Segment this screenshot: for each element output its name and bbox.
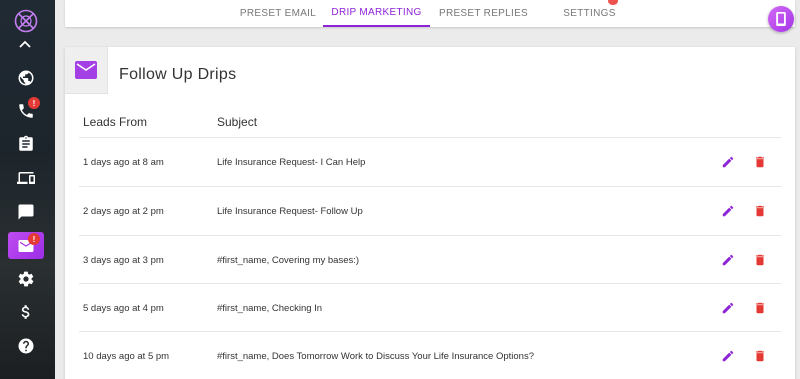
table-row: 1 days ago at 8 am Life Insurance Reques… (79, 137, 781, 186)
edit-button[interactable] (719, 153, 737, 171)
tab-preset-replies[interactable]: PRESET REPLIES (430, 0, 537, 27)
logo-icon[interactable] (14, 9, 38, 33)
leads-from-cell: 2 days ago at 2 pm (83, 205, 164, 217)
table-row: 10 days ago at 5 pm #first_name, Does To… (79, 331, 781, 379)
pencil-icon (722, 302, 734, 314)
sidebar: ! ! (0, 0, 55, 379)
edit-button[interactable] (719, 347, 737, 365)
tab-drip-marketing[interactable]: DRIP MARKETING (323, 0, 430, 27)
mail-icon (75, 61, 97, 79)
dollar-icon[interactable] (16, 302, 36, 322)
column-header-leads-from: Leads From (83, 115, 148, 129)
edit-button[interactable] (719, 299, 737, 317)
mobile-preview-button[interactable] (768, 6, 794, 32)
delete-button[interactable] (751, 347, 769, 365)
chat-icon[interactable] (16, 202, 36, 222)
subject-cell: #first_name, Covering my bases:) (217, 254, 360, 266)
delete-button[interactable] (751, 299, 769, 317)
edit-button[interactable] (719, 202, 737, 220)
phone-badge: ! (28, 97, 40, 109)
delete-button[interactable] (751, 153, 769, 171)
leads-from-cell: 1 days ago at 8 am (83, 156, 164, 168)
tab-settings[interactable]: SETTINGS (537, 0, 642, 27)
trash-icon (755, 205, 765, 217)
trash-icon (755, 156, 765, 168)
pencil-icon (722, 205, 734, 217)
pencil-icon (722, 350, 734, 362)
subject-cell: #first_name, Does Tomorrow Work to Discu… (217, 350, 534, 362)
follow-up-drips-card: Follow Up Drips Leads From Subject 1 day… (65, 47, 795, 379)
subject-cell: Life Insurance Request- Follow Up (217, 205, 363, 217)
leads-from-cell: 5 days ago at 4 pm (83, 302, 164, 314)
trash-icon (755, 302, 765, 314)
tab-settings-label: SETTINGS (563, 8, 616, 19)
subject-cell: Life Insurance Request- I Can Help (217, 156, 366, 168)
globe-icon[interactable] (16, 68, 36, 88)
subject-cell: #first_name, Checking In (217, 302, 323, 314)
leads-from-cell: 3 days ago at 3 pm (83, 254, 164, 266)
card-header-icon-box (65, 47, 108, 94)
column-header-subject: Subject (217, 115, 258, 129)
trash-icon (755, 254, 765, 266)
delete-button[interactable] (751, 202, 769, 220)
table-row: 2 days ago at 2 pm Life Insurance Reques… (79, 186, 781, 235)
gear-icon[interactable] (16, 269, 36, 289)
collapse-chevron-icon[interactable] (18, 36, 32, 48)
table-row: 3 days ago at 3 pm #first_name, Covering… (79, 235, 781, 284)
help-icon[interactable] (16, 336, 36, 356)
devices-icon[interactable] (16, 168, 36, 188)
tabs-bar: PRESET EMAIL DRIP MARKETING PRESET REPLI… (65, 0, 795, 27)
leads-from-cell: 10 days ago at 5 pm (83, 350, 170, 362)
card-title: Follow Up Drips (119, 66, 237, 83)
trash-icon (755, 350, 765, 362)
clipboard-icon[interactable] (16, 134, 36, 154)
edit-button[interactable] (719, 251, 737, 269)
settings-notification-dot (608, 0, 618, 5)
tab-preset-email[interactable]: PRESET EMAIL (223, 0, 333, 27)
email-badge: ! (28, 233, 40, 245)
phone-device-icon (776, 12, 786, 26)
pencil-icon (722, 156, 734, 168)
table-row: 5 days ago at 4 pm #first_name, Checking… (79, 283, 781, 332)
pencil-icon (722, 254, 734, 266)
delete-button[interactable] (751, 251, 769, 269)
